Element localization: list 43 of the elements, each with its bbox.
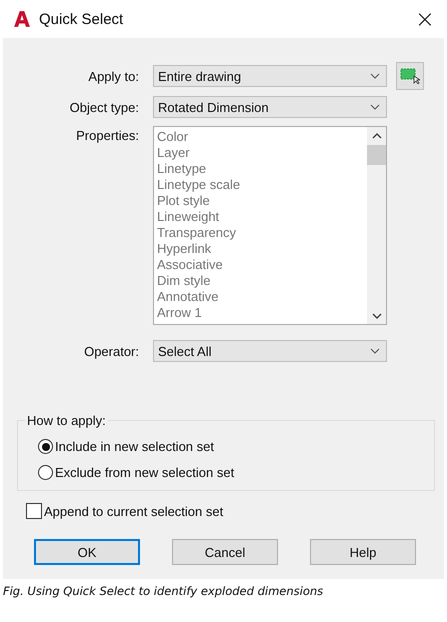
apply-to-dropdown[interactable]: Entire drawing (153, 65, 387, 87)
property-item[interactable]: Linetype scale (157, 177, 364, 193)
radio-button[interactable] (38, 439, 53, 454)
field-label: Object type: (68, 100, 139, 114)
chevron-down-icon (370, 73, 380, 79)
radio-option[interactable]: Include in new selection set (38, 439, 434, 454)
dialog-button[interactable]: OK (34, 539, 140, 565)
chevron-down-icon (370, 104, 380, 110)
object-type-dropdown[interactable]: Rotated Dimension (153, 96, 387, 118)
field-label: Operator: (83, 344, 139, 358)
radio-option[interactable]: Exclude from new selection set (38, 465, 434, 480)
property-item[interactable]: Arrow 1 (157, 305, 364, 321)
checkbox[interactable] (26, 503, 42, 519)
dialog-button[interactable]: Cancel (172, 539, 278, 565)
property-item[interactable]: Dim style (157, 273, 364, 289)
property-item[interactable]: Color (157, 129, 364, 145)
scrollbar[interactable] (367, 127, 386, 324)
app-logo-icon (13, 10, 31, 28)
properties-list[interactable]: Color Layer Linetype Linetype scale Plot style Lineweight Transparency Hyperlink Associative Dim style Annotative Arrow 1 (153, 126, 387, 325)
figure-caption: Fig. Using Quick Select to identify exploded dimensions (2, 583, 324, 598)
property-item[interactable]: Transparency (157, 225, 364, 241)
radio-button[interactable] (38, 465, 53, 480)
select-objects-button[interactable] (396, 62, 424, 90)
window-title: Quick Select (39, 10, 124, 28)
property-item[interactable]: Lineweight (157, 209, 364, 225)
property-item[interactable]: Plot style (157, 193, 364, 209)
scroll-up-icon (372, 133, 382, 139)
operator-dropdown[interactable]: Select All (153, 340, 387, 362)
group-title: How to apply: (25, 413, 108, 428)
close-button[interactable]: × (414, 7, 435, 31)
chevron-down-icon (370, 348, 380, 354)
property-item[interactable]: Annotative (157, 289, 364, 305)
field-label: Apply to: (87, 68, 139, 84)
append-checkbox-option[interactable]: Append to current selection set (26, 503, 444, 519)
field-label: Properties: (75, 128, 139, 143)
property-item[interactable]: Layer (157, 145, 364, 161)
dialog-button[interactable]: Help (310, 539, 416, 565)
select-objects-icon (400, 68, 420, 84)
property-item[interactable]: Associative (157, 257, 364, 273)
property-item[interactable]: Hyperlink (157, 241, 364, 257)
property-item[interactable]: Linetype (157, 161, 364, 177)
scroll-down-icon (372, 313, 382, 319)
scroll-thumb[interactable] (367, 145, 386, 165)
